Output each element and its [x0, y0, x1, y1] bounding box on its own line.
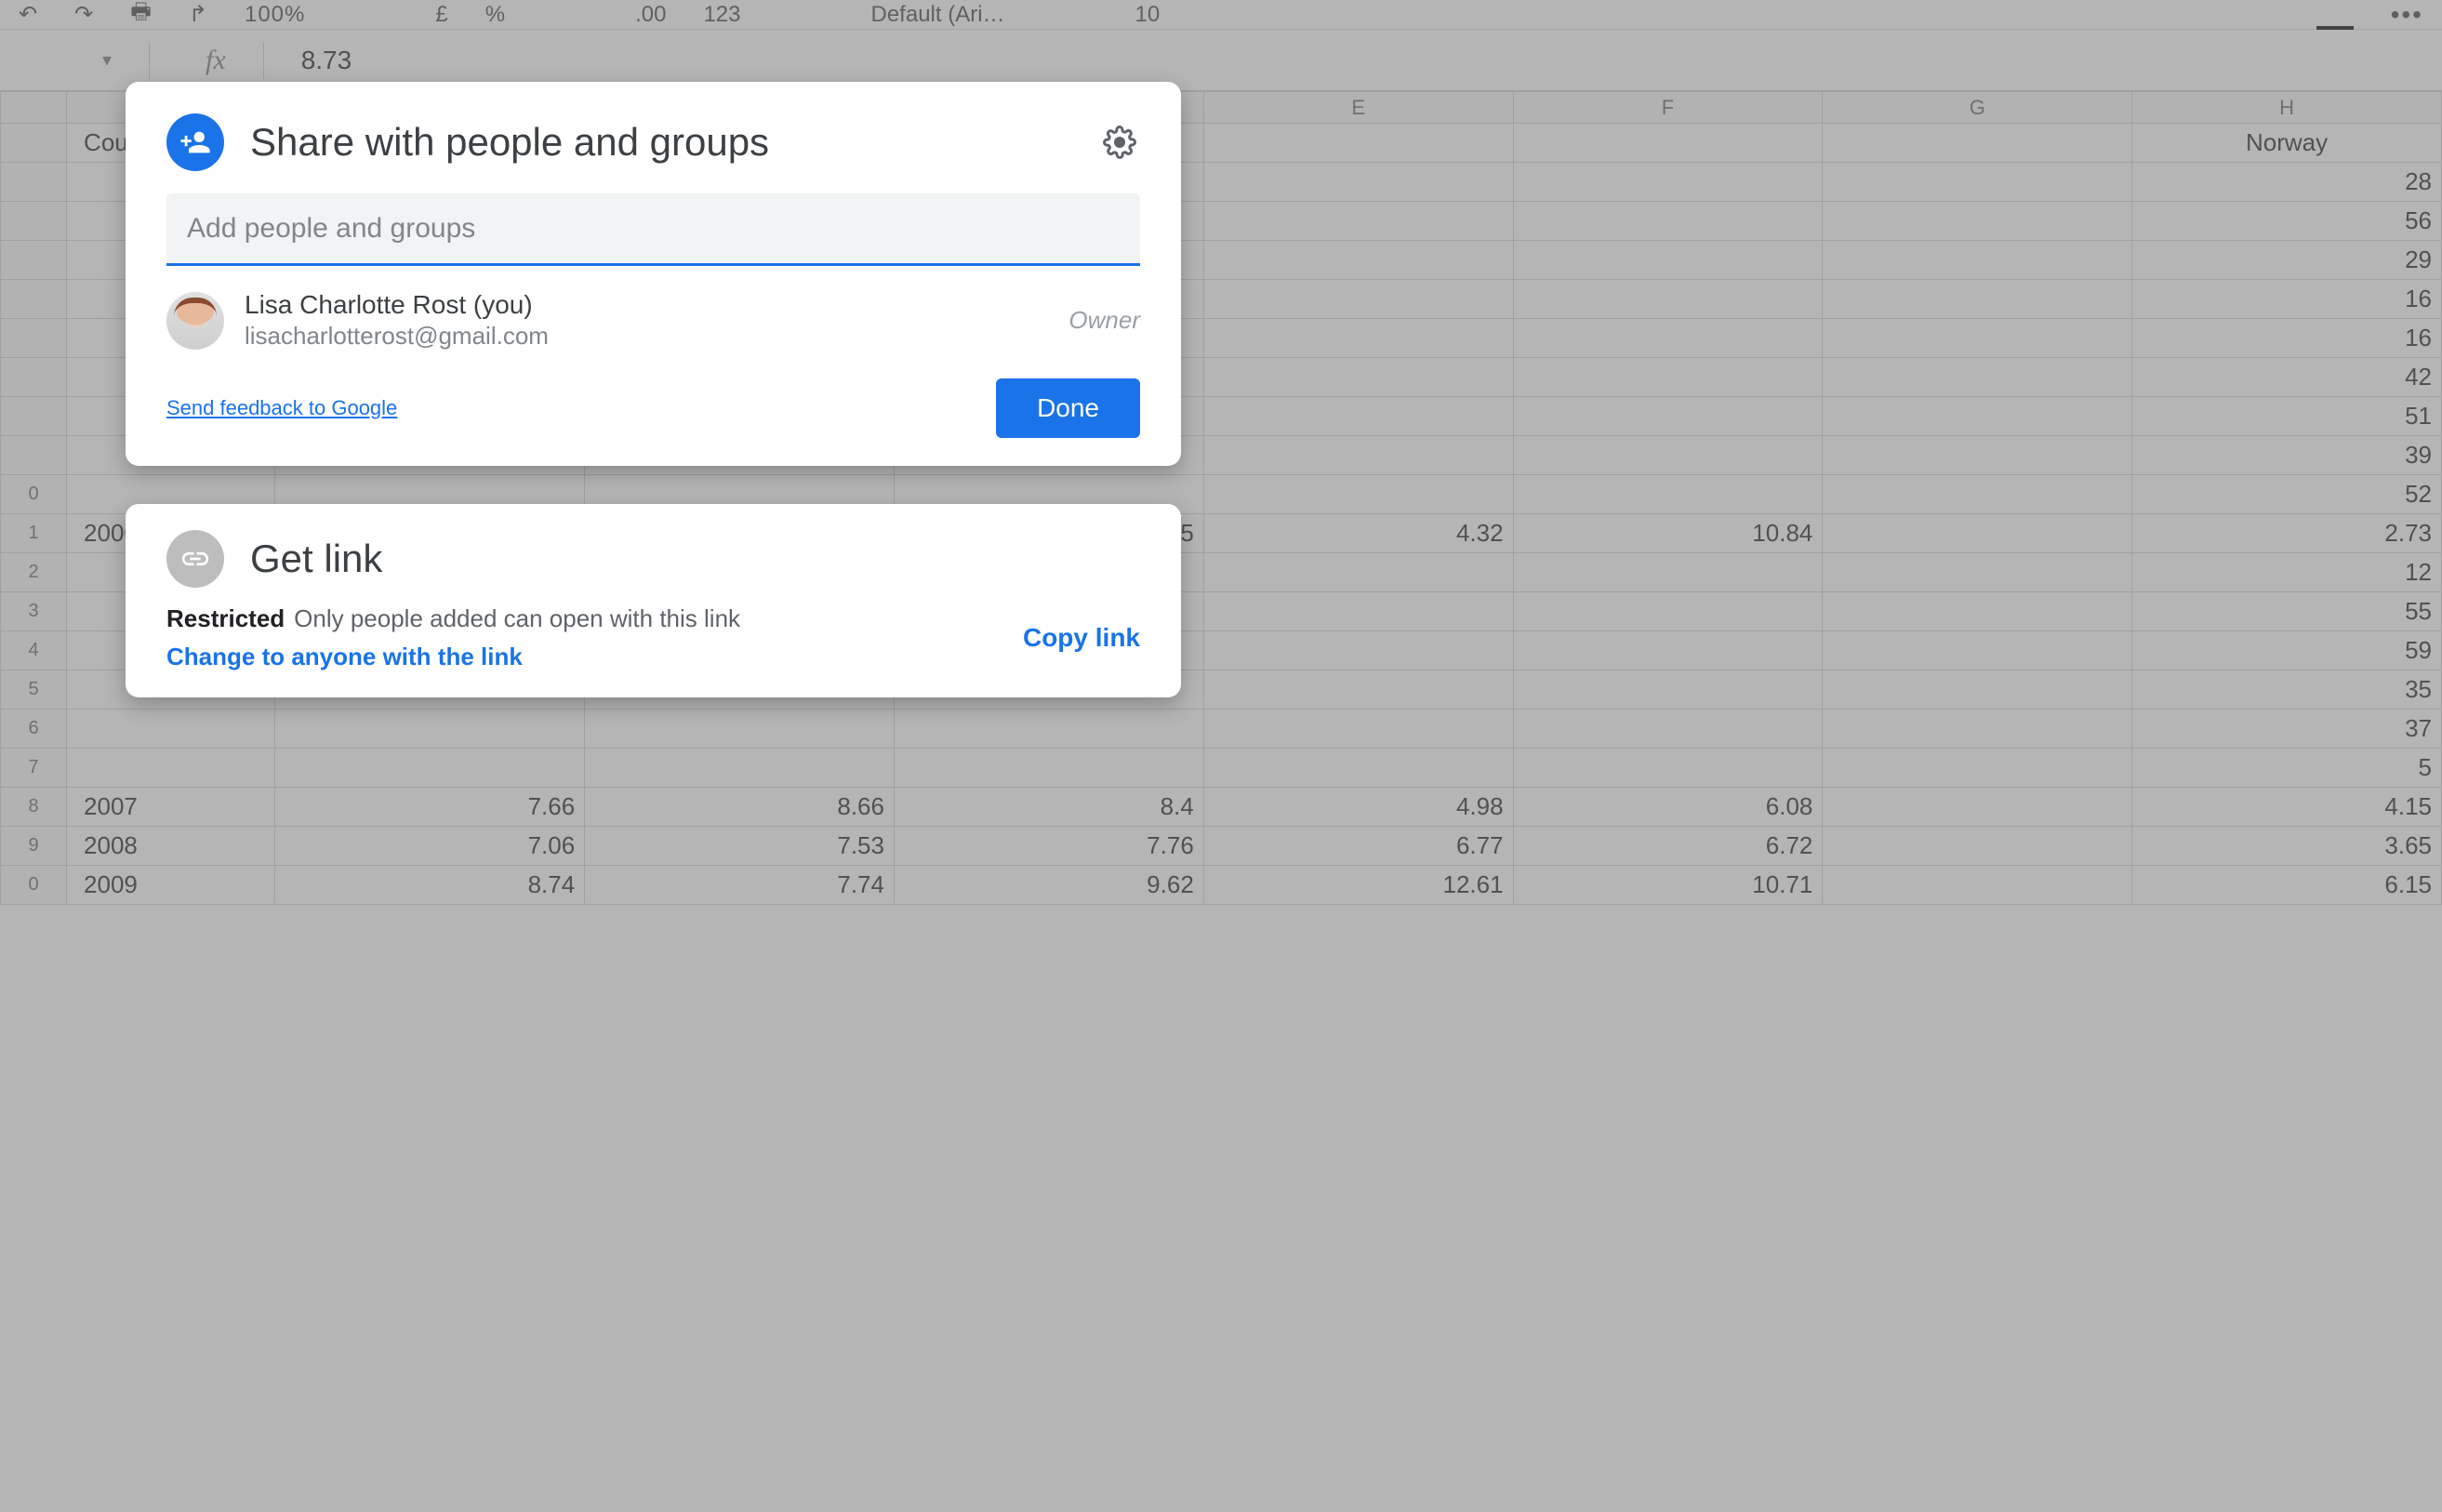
copy-link-button[interactable]: Copy link [1023, 623, 1140, 653]
done-button[interactable]: Done [996, 378, 1140, 438]
send-feedback-link[interactable]: Send feedback to Google [166, 396, 397, 420]
person-add-icon [166, 113, 224, 171]
get-link-dialog: Get link Restricted Only people added ca… [126, 504, 1181, 697]
owner-row: Lisa Charlotte Rost (you) lisacharlotter… [166, 290, 1140, 351]
person-name: Lisa Charlotte Rost (you) [245, 290, 1048, 320]
add-people-input[interactable] [166, 193, 1140, 266]
change-link-access-button[interactable]: Change to anyone with the link [166, 643, 523, 671]
share-settings-button[interactable] [1099, 122, 1140, 163]
person-email: lisacharlotterost@gmail.com [245, 322, 1048, 351]
link-restriction-text: Restricted Only people added can open wi… [166, 604, 1140, 633]
avatar [166, 292, 224, 350]
share-dialog: Share with people and groups Lisa Charlo… [126, 82, 1181, 466]
share-dialog-title: Share with people and groups [250, 120, 1073, 165]
get-link-title: Get link [250, 537, 1140, 581]
link-icon [166, 530, 224, 588]
person-role: Owner [1068, 306, 1140, 335]
